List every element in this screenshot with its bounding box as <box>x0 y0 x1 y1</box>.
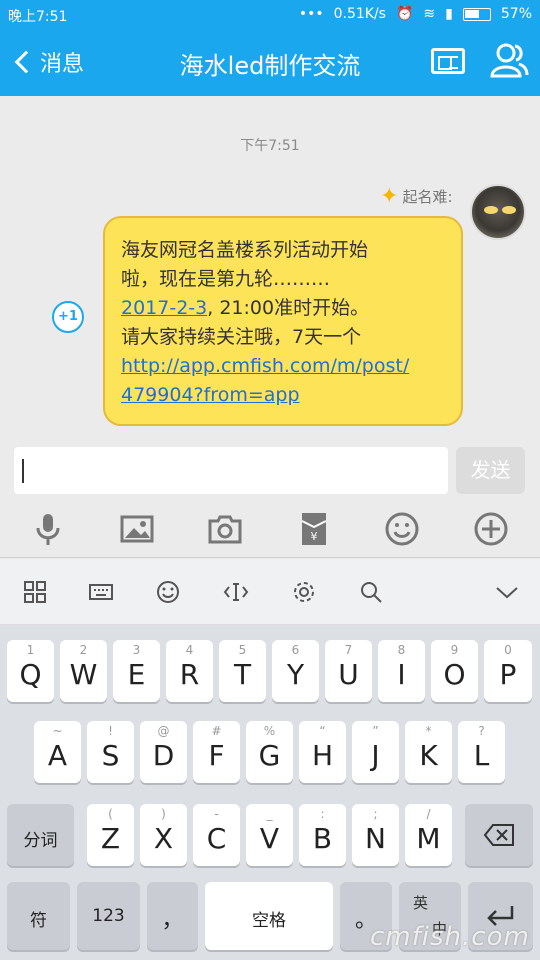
key-r[interactable]: 4R <box>166 640 213 702</box>
more-dots-icon: ••• <box>298 6 324 22</box>
key-e[interactable]: 3E <box>113 640 160 702</box>
emoji-icon[interactable] <box>384 511 420 547</box>
input-bar: 发送 <box>0 441 540 499</box>
message-input[interactable] <box>14 447 448 494</box>
avatar[interactable] <box>470 184 526 240</box>
group-members-icon[interactable] <box>489 42 529 78</box>
camera-icon[interactable] <box>207 511 243 547</box>
key-d[interactable]: @ D <box>140 721 187 783</box>
key-n[interactable]: ; N <box>352 804 399 866</box>
key-l[interactable]: ? L <box>458 721 505 783</box>
svg-text:¥: ¥ <box>311 530 318 543</box>
plus-icon[interactable] <box>473 511 509 547</box>
message-timestamp: 下午7:51 <box>240 138 300 154</box>
gear-icon[interactable] <box>291 579 317 605</box>
sender-info: ✦ 起名难: <box>380 184 453 209</box>
key-x[interactable]: ) X <box>140 804 187 866</box>
keyboard: 1Q 2W 3E 4R 5T 6Y 7U 8I 9O 0P ~ A ! S @ D #… <box>0 625 540 960</box>
cursor-move-icon[interactable] <box>223 579 249 605</box>
key-b[interactable]: :B <box>299 804 346 866</box>
key-y[interactable]: 6Y <box>272 640 319 702</box>
title-bar: 消息 海水led制作交流 <box>0 30 540 96</box>
key-g[interactable]: % G <box>246 721 293 783</box>
date-link[interactable]: 2017-2-3 <box>121 297 207 319</box>
message-line: 请大家持续关注哦，7天一个 <box>121 326 362 348</box>
wifi-icon: ≋ <box>423 6 436 22</box>
space-key[interactable]: 空格 <box>205 882 333 950</box>
sender-name: 起名难: <box>402 188 453 206</box>
send-button[interactable]: 发送 <box>456 447 525 494</box>
message-line: 海友网冠名盖楼系列活动开始 <box>121 239 369 261</box>
status-time: 晚上7:51 <box>8 9 68 25</box>
battery-icon <box>462 7 491 21</box>
group-card-icon[interactable] <box>431 48 465 74</box>
key-w[interactable]: 2W <box>60 640 107 702</box>
chat-tools: ¥ <box>0 499 540 558</box>
key-f[interactable]: # F <box>193 721 240 783</box>
key-v[interactable]: _ V <box>246 804 293 866</box>
key-p[interactable]: 0P <box>484 640 532 702</box>
symbol-key[interactable]: 符 <box>7 882 70 950</box>
key-h[interactable]: “H <box>299 721 346 783</box>
status-bar: 晚上7:51 ••• 0.51K/s ⏰ ≋ ▮ 57% <box>0 0 540 30</box>
battery-level: 57% <box>500 6 532 22</box>
message-text: , 21:00准时开始。 <box>207 297 370 319</box>
network-speed: 0.51K/s <box>333 6 386 22</box>
backspace-icon <box>483 824 514 846</box>
search-icon[interactable] <box>358 579 384 605</box>
image-icon[interactable] <box>119 511 155 547</box>
url-link[interactable]: 479904?from=app <box>121 381 445 410</box>
message-line: 啦，现在是第九轮……… <box>121 268 331 290</box>
signal-icon: ▮ <box>445 6 453 22</box>
key-q[interactable]: 1Q <box>7 640 54 702</box>
emoji-icon[interactable] <box>155 579 181 605</box>
key-i[interactable]: 8I <box>378 640 425 702</box>
watermark: cmfish.com <box>370 922 530 952</box>
key-k[interactable]: * K <box>405 721 452 783</box>
red-packet-icon[interactable]: ¥ <box>296 511 332 547</box>
url-link[interactable]: http://app.cmfish.com/m/post/ <box>121 352 445 381</box>
key-s[interactable]: ! S <box>87 721 134 783</box>
grid-menu-icon[interactable] <box>22 579 48 605</box>
key-a[interactable]: ~ A <box>34 721 81 783</box>
backspace-key[interactable] <box>465 804 533 866</box>
keyboard-icon[interactable] <box>88 579 114 605</box>
numbers-key[interactable]: 123 <box>77 882 140 950</box>
chat-area[interactable]: 下午7:51 ✦ 起名难: ❤ +1 海友网冠名盖楼系列活动开始 啦，现在是第九… <box>0 96 540 441</box>
microphone-icon[interactable] <box>30 511 66 547</box>
key-m[interactable]: / M <box>405 804 452 866</box>
key-c[interactable]: -C <box>193 804 240 866</box>
plus-one-button[interactable]: +1 <box>52 301 84 333</box>
key-z[interactable]: (Z <box>87 804 134 866</box>
key-t[interactable]: 5T <box>219 640 266 702</box>
comma-key[interactable]: ， <box>147 882 198 950</box>
message-bubble[interactable]: 海友网冠名盖楼系列活动开始 啦，现在是第九轮……… 2017-2-3, 21:0… <box>103 216 463 426</box>
key-j[interactable]: ” J <box>352 721 399 783</box>
chevron-down-icon[interactable] <box>494 579 520 605</box>
keyboard-toolbar <box>0 559 540 625</box>
key-o[interactable]: 9O <box>431 640 478 702</box>
text-caret <box>22 459 24 483</box>
alarm-icon: ⏰ <box>395 6 414 22</box>
sparkle-icon: ✦ <box>380 184 399 209</box>
segment-key[interactable]: 分词 <box>7 804 74 866</box>
key-u[interactable]: 7U <box>325 640 372 702</box>
